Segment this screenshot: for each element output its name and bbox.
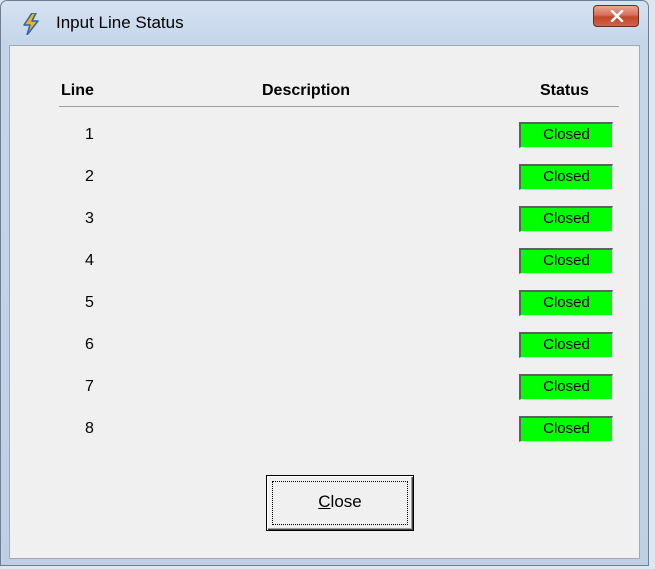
line-number: 8 <box>85 420 94 437</box>
table-row: 7 Closed <box>10 374 639 400</box>
table-row: 8 Closed <box>10 416 639 442</box>
window-title: Input Line Status <box>56 13 184 32</box>
table-row: 1 Closed <box>10 122 639 148</box>
status-indicator: Closed <box>519 332 613 358</box>
line-number: 1 <box>85 126 94 143</box>
status-indicator: Closed <box>519 248 613 274</box>
column-header-status: Status <box>540 82 589 99</box>
table-row: 6 Closed <box>10 332 639 358</box>
table-row: 2 Closed <box>10 164 639 190</box>
lightning-bolt-icon <box>21 12 41 36</box>
column-header-description: Description <box>262 82 351 99</box>
line-number: 5 <box>85 294 94 311</box>
line-number: 6 <box>85 336 94 353</box>
status-indicator: Closed <box>519 206 613 232</box>
table-row: 4 Closed <box>10 248 639 274</box>
status-indicator: Closed <box>519 164 613 190</box>
title-bar[interactable]: Input Line Status <box>1 1 648 45</box>
table-row: 3 Closed <box>10 206 639 232</box>
window-close-button[interactable] <box>593 5 639 27</box>
close-x-icon <box>610 10 624 22</box>
status-indicator: Closed <box>519 374 613 400</box>
status-indicator: Closed <box>519 122 613 148</box>
dialog-window: Input Line Status Line Description Statu… <box>0 0 649 566</box>
dialog-client-area: Line Description Status 1 Closed 2 Close… <box>9 45 640 559</box>
line-number: 2 <box>85 168 94 185</box>
column-header-line: Line <box>61 82 94 99</box>
close-button[interactable]: Close <box>266 475 414 531</box>
line-number: 4 <box>85 252 94 269</box>
status-indicator: Closed <box>519 290 613 316</box>
close-button-label: Close <box>318 492 362 511</box>
line-number: 3 <box>85 210 94 227</box>
header-divider <box>59 106 619 107</box>
status-indicator: Closed <box>519 416 613 442</box>
line-number: 7 <box>85 378 94 395</box>
table-row: 5 Closed <box>10 290 639 316</box>
